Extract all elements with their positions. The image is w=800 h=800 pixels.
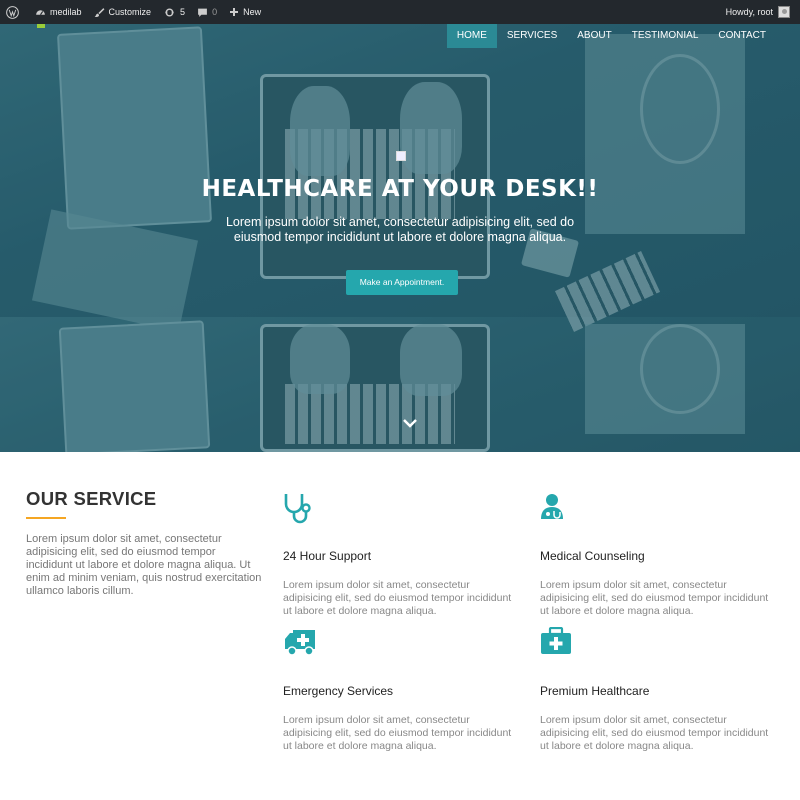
broken-image-icon [396, 151, 406, 161]
service-text: Lorem ipsum dolor sit amet, consectetur … [540, 714, 769, 752]
admin-bar: medilab Customize 5 0 New Howdy, root [0, 0, 800, 24]
nav-item-testimonial[interactable]: TESTIMONIAL [622, 24, 709, 48]
new-content-link[interactable]: New [223, 0, 267, 24]
service-text: Lorem ipsum dolor sit amet, consectetur … [283, 714, 512, 752]
service-card: Medical Counseling Lorem ipsum dolor sit… [540, 492, 780, 617]
make-appointment-button[interactable]: Make an Appointment. [346, 270, 458, 295]
updates-count: 5 [180, 7, 186, 17]
main-nav: HOME SERVICES ABOUT TESTIMONIAL CONTACT [446, 24, 776, 48]
nav-item-services[interactable]: SERVICES [497, 24, 567, 48]
new-label: New [243, 7, 262, 17]
service-text: Lorem ipsum dolor sit amet, consectetur … [283, 579, 512, 617]
brush-icon [94, 7, 104, 17]
site-logo[interactable] [37, 24, 45, 28]
service-title: Emergency Services [283, 684, 394, 698]
hero-title: HEALTHCARE AT YOUR DESK!! [201, 176, 599, 202]
wordpress-logo-icon[interactable] [0, 0, 29, 24]
site-name-link[interactable]: medilab [29, 0, 88, 24]
comments-count: 0 [212, 7, 218, 17]
doctor-icon [541, 494, 563, 519]
section-heading: OUR SERVICE [26, 488, 157, 509]
dashboard-icon [36, 9, 45, 15]
service-text: Lorem ipsum dolor sit amet, consectetur … [540, 579, 769, 617]
plus-icon [230, 8, 239, 16]
comments-link[interactable]: 0 [191, 0, 223, 24]
service-title: Medical Counseling [540, 549, 645, 563]
service-title: Premium Healthcare [540, 684, 650, 698]
howdy-text: Howdy, root [725, 7, 773, 17]
hero-section: HOME SERVICES ABOUT TESTIMONIAL CONTACT … [0, 24, 800, 452]
my-account-link[interactable]: Howdy, root [720, 0, 800, 24]
service-title: 24 Hour Support [283, 549, 372, 563]
updates-link[interactable]: 5 [157, 0, 191, 24]
customize-label: Customize [108, 7, 152, 17]
section-intro: Lorem ipsum dolor sit amet, consectetur … [26, 533, 262, 597]
services-section: OUR SERVICE Lorem ipsum dolor sit amet, … [0, 452, 800, 800]
heading-underline [26, 517, 66, 519]
customize-link[interactable]: Customize [88, 0, 158, 24]
nav-item-about[interactable]: ABOUT [567, 24, 621, 48]
service-card: 24 Hour Support Lorem ipsum dolor sit am… [283, 492, 523, 617]
site-name: medilab [50, 7, 82, 17]
nav-item-home[interactable]: HOME [446, 24, 497, 48]
updates-icon [165, 8, 174, 16]
avatar [778, 6, 790, 18]
medical-kit-icon [541, 627, 571, 654]
ambulance-icon [285, 630, 315, 656]
nav-item-contact[interactable]: CONTACT [708, 24, 776, 48]
service-card: Premium Healthcare Lorem ipsum dolor sit… [540, 627, 780, 752]
service-card: Emergency Services Lorem ipsum dolor sit… [283, 627, 523, 752]
hero-subtitle: Lorem ipsum dolor sit amet, consectetur … [225, 215, 575, 244]
comment-icon [198, 8, 207, 17]
stethoscope-icon [284, 494, 311, 524]
chevron-down-icon[interactable] [402, 417, 418, 429]
